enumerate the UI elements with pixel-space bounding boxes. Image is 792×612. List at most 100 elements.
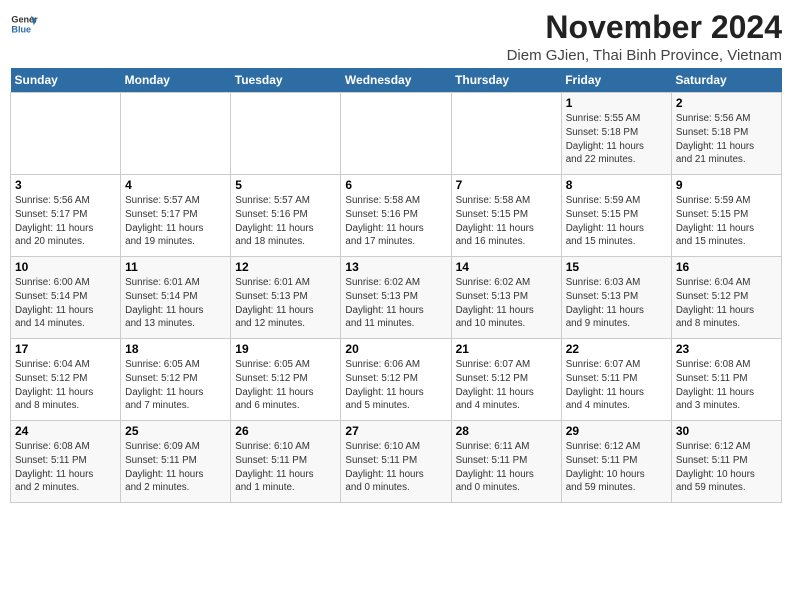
calendar-cell: 1Sunrise: 5:55 AM Sunset: 5:18 PM Daylig… [561,93,671,175]
day-number: 7 [456,178,557,192]
calendar-cell [11,93,121,175]
calendar-cell: 22Sunrise: 6:07 AM Sunset: 5:11 PM Dayli… [561,339,671,421]
day-info: Sunrise: 6:07 AM Sunset: 5:12 PM Dayligh… [456,358,557,413]
calendar-cell: 18 Sunrise: 6:05 AM Sunset: 5:12 PM Dayli… [121,339,231,421]
day-number: 3 [15,178,116,192]
calendar-cell: 12Sunrise: 6:01 AM Sunset: 5:13 PM Dayli… [231,257,341,339]
week-row-4: 17 Sunrise: 6:04 AM Sunset: 5:12 PM Dayli… [11,339,782,421]
day-info: Sunrise: 5:56 AM Sunset: 5:17 PM Dayligh… [15,194,116,249]
day-info: Sunrise: 6:07 AM Sunset: 5:11 PM Dayligh… [566,358,667,413]
calendar-cell: 9 Sunrise: 5:59 AM Sunset: 5:15 PM Daylig… [671,175,781,257]
day-number: 2 [676,96,777,110]
day-info: Sunrise: 5:57 AM Sunset: 5:16 PM Dayligh… [235,194,336,249]
calendar-table: SundayMondayTuesdayWednesdayThursdayFrid… [10,68,782,503]
calendar-cell: 23 Sunrise: 6:08 AM Sunset: 5:11 PM Dayli… [671,339,781,421]
day-number: 25 [125,424,226,438]
header-row: SundayMondayTuesdayWednesdayThursdayFrid… [11,68,782,93]
calendar-cell: 27 Sunrise: 6:10 AM Sunset: 5:11 PM Dayli… [341,421,451,503]
header-sunday: Sunday [11,68,121,93]
day-info: Sunrise: 6:05 AM Sunset: 5:12 PM Dayligh… [125,358,226,413]
calendar-cell: 3 Sunrise: 5:56 AM Sunset: 5:17 PM Daylig… [11,175,121,257]
week-row-1: 1Sunrise: 5:55 AM Sunset: 5:18 PM Daylig… [11,93,782,175]
calendar-cell: 26Sunrise: 6:10 AM Sunset: 5:11 PM Dayli… [231,421,341,503]
calendar-cell: 4 Sunrise: 5:57 AM Sunset: 5:17 PM Daylig… [121,175,231,257]
day-info: Sunrise: 6:08 AM Sunset: 5:11 PM Dayligh… [15,440,116,495]
calendar-cell [121,93,231,175]
day-number: 5 [235,178,336,192]
day-info: Sunrise: 6:04 AM Sunset: 5:12 PM Dayligh… [15,358,116,413]
day-info: Sunrise: 6:01 AM Sunset: 5:14 PM Dayligh… [125,276,226,331]
day-number: 27 [345,424,446,438]
calendar-cell: 2 Sunrise: 5:56 AM Sunset: 5:18 PM Daylig… [671,93,781,175]
day-info: Sunrise: 6:11 AM Sunset: 5:11 PM Dayligh… [456,440,557,495]
day-info: Sunrise: 6:02 AM Sunset: 5:13 PM Dayligh… [456,276,557,331]
subtitle: Diem GJien, Thai Binh Province, Vietnam [507,47,782,64]
day-number: 23 [676,342,777,356]
header-wednesday: Wednesday [341,68,451,93]
calendar-cell: 21 Sunrise: 6:07 AM Sunset: 5:12 PM Dayli… [451,339,561,421]
logo: General Blue [10,10,38,38]
calendar-cell: 14 Sunrise: 6:02 AM Sunset: 5:13 PM Dayli… [451,257,561,339]
header-thursday: Thursday [451,68,561,93]
day-info: Sunrise: 5:58 AM Sunset: 5:15 PM Dayligh… [456,194,557,249]
calendar-cell [231,93,341,175]
day-number: 28 [456,424,557,438]
calendar-cell: 5 Sunrise: 5:57 AM Sunset: 5:16 PM Daylig… [231,175,341,257]
day-number: 18 [125,342,226,356]
day-number: 15 [566,260,667,274]
day-number: 4 [125,178,226,192]
day-number: 24 [15,424,116,438]
calendar-cell: 17 Sunrise: 6:04 AM Sunset: 5:12 PM Dayli… [11,339,121,421]
day-number: 21 [456,342,557,356]
svg-text:Blue: Blue [11,24,31,34]
calendar-cell: 16Sunrise: 6:04 AM Sunset: 5:12 PM Dayli… [671,257,781,339]
calendar-cell: 20 Sunrise: 6:06 AM Sunset: 5:12 PM Dayli… [341,339,451,421]
page-header: General Blue November 2024 Diem GJien, T… [10,10,782,64]
day-number: 6 [345,178,446,192]
day-number: 14 [456,260,557,274]
day-info: Sunrise: 6:08 AM Sunset: 5:11 PM Dayligh… [676,358,777,413]
main-title: November 2024 [507,10,782,45]
day-number: 30 [676,424,777,438]
day-number: 9 [676,178,777,192]
calendar-cell: 29 Sunrise: 6:12 AM Sunset: 5:11 PM Dayli… [561,421,671,503]
day-info: Sunrise: 6:10 AM Sunset: 5:11 PM Dayligh… [345,440,446,495]
day-number: 10 [15,260,116,274]
calendar-cell: 25 Sunrise: 6:09 AM Sunset: 5:11 PM Dayli… [121,421,231,503]
header-tuesday: Tuesday [231,68,341,93]
week-row-5: 24 Sunrise: 6:08 AM Sunset: 5:11 PM Dayli… [11,421,782,503]
day-info: Sunrise: 6:05 AM Sunset: 5:12 PM Dayligh… [235,358,336,413]
week-row-2: 3 Sunrise: 5:56 AM Sunset: 5:17 PM Daylig… [11,175,782,257]
day-info: Sunrise: 5:56 AM Sunset: 5:18 PM Dayligh… [676,112,777,167]
day-number: 13 [345,260,446,274]
day-info: Sunrise: 5:59 AM Sunset: 5:15 PM Dayligh… [676,194,777,249]
day-number: 17 [15,342,116,356]
calendar-cell: 19 Sunrise: 6:05 AM Sunset: 5:12 PM Dayli… [231,339,341,421]
day-info: Sunrise: 5:57 AM Sunset: 5:17 PM Dayligh… [125,194,226,249]
day-info: Sunrise: 6:12 AM Sunset: 5:11 PM Dayligh… [566,440,667,495]
calendar-cell: 28 Sunrise: 6:11 AM Sunset: 5:11 PM Dayli… [451,421,561,503]
header-saturday: Saturday [671,68,781,93]
calendar-cell: 15 Sunrise: 6:03 AM Sunset: 5:13 PM Dayli… [561,257,671,339]
week-row-3: 10 Sunrise: 6:00 AM Sunset: 5:14 PM Dayli… [11,257,782,339]
day-number: 1 [566,96,667,110]
calendar-cell: 11 Sunrise: 6:01 AM Sunset: 5:14 PM Dayli… [121,257,231,339]
day-number: 11 [125,260,226,274]
calendar-cell: 24 Sunrise: 6:08 AM Sunset: 5:11 PM Dayli… [11,421,121,503]
day-info: Sunrise: 6:09 AM Sunset: 5:11 PM Dayligh… [125,440,226,495]
day-info: Sunrise: 6:06 AM Sunset: 5:12 PM Dayligh… [345,358,446,413]
calendar-cell: 8Sunrise: 5:59 AM Sunset: 5:15 PM Daylig… [561,175,671,257]
calendar-cell: 6Sunrise: 5:58 AM Sunset: 5:16 PM Daylig… [341,175,451,257]
day-number: 29 [566,424,667,438]
calendar-cell: 13Sunrise: 6:02 AM Sunset: 5:13 PM Dayli… [341,257,451,339]
day-info: Sunrise: 6:01 AM Sunset: 5:13 PM Dayligh… [235,276,336,331]
calendar-cell [341,93,451,175]
day-info: Sunrise: 6:03 AM Sunset: 5:13 PM Dayligh… [566,276,667,331]
header-friday: Friday [561,68,671,93]
day-number: 20 [345,342,446,356]
day-info: Sunrise: 6:12 AM Sunset: 5:11 PM Dayligh… [676,440,777,495]
logo-icon: General Blue [10,10,38,38]
day-info: Sunrise: 6:00 AM Sunset: 5:14 PM Dayligh… [15,276,116,331]
day-number: 19 [235,342,336,356]
day-number: 16 [676,260,777,274]
